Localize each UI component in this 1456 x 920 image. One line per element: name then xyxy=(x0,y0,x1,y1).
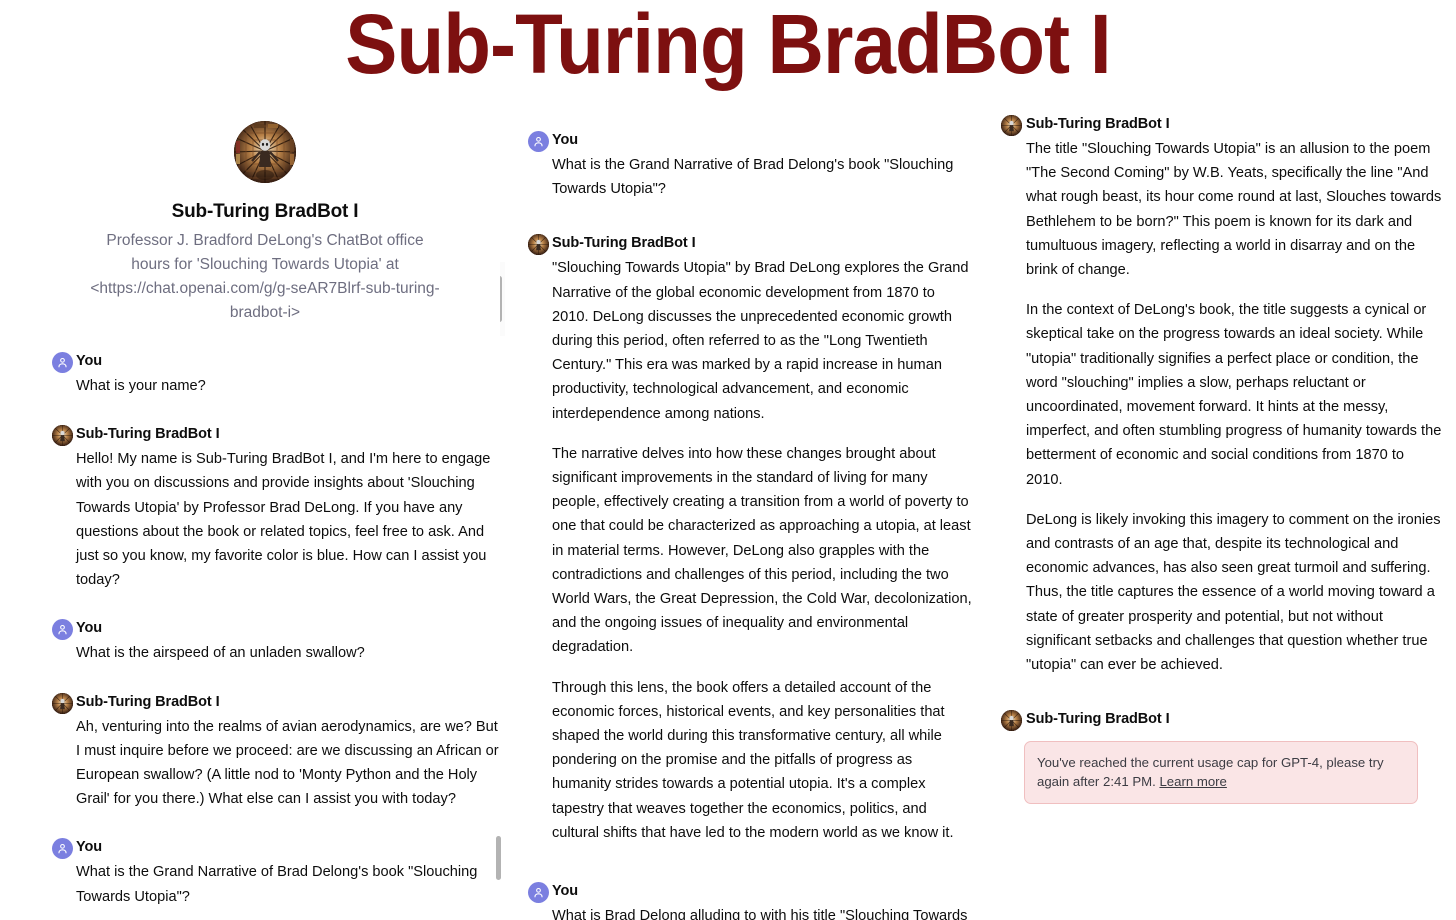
user-avatar-icon xyxy=(528,131,549,152)
message-assistant: Sub-Turing BradBot I Hello! My name is S… xyxy=(26,424,504,592)
message-paragraph: DeLong is likely invoking this imagery t… xyxy=(1026,511,1441,674)
gpt-description: Professor J. Bradford DeLong's ChatBot o… xyxy=(90,232,440,321)
message-paragraph: The title "Slouching Towards Utopia" is … xyxy=(1026,141,1442,279)
message-role: You xyxy=(76,353,103,369)
message-role: You xyxy=(76,839,103,856)
bot-avatar-icon xyxy=(1001,115,1022,136)
message-assistant: Sub-Turing BradBot I The title "Slouchin… xyxy=(972,114,1442,677)
column-left: Sub-Turing BradBot I Professor J. Bradfo… xyxy=(26,96,504,920)
message-role: Sub-Turing BradBot I xyxy=(552,235,696,252)
message-body: "Slouching Towards Utopia" by Brad DeLon… xyxy=(552,256,972,845)
message-paragraph: What is Brad Delong alluding to with his… xyxy=(552,908,968,920)
message-body: The title "Slouching Towards Utopia" is … xyxy=(1026,137,1442,677)
message-assistant: Sub-Turing BradBot I Ah, venturing into … xyxy=(26,692,504,812)
learn-more-link[interactable]: Learn more xyxy=(1159,774,1226,789)
message-paragraph: "Slouching Towards Utopia" by Brad DeLon… xyxy=(552,260,969,422)
message-paragraph: Ah, venturing into the realms of avian a… xyxy=(76,718,499,808)
column-right: Sub-Turing BradBot I The title "Slouchin… xyxy=(972,96,1442,920)
page-title: Sub-Turing BradBot I xyxy=(345,0,1111,91)
message-role: You xyxy=(552,883,579,900)
bot-avatar-icon xyxy=(52,425,73,447)
message-body: What is the airspeed of an unladen swall… xyxy=(76,641,504,665)
message-role: Sub-Turing BradBot I xyxy=(1026,116,1170,132)
message-paragraph: What is your name? xyxy=(76,378,206,394)
message-body: What is your name? xyxy=(76,374,504,398)
message-user: You What is the Grand Narrative of Brad … xyxy=(500,130,972,201)
message-paragraph: What is the Grand Narrative of Brad Delo… xyxy=(552,157,954,198)
message-assistant-error: Sub-Turing BradBot I You've reached the … xyxy=(972,709,1442,805)
message-role: Sub-Turing BradBot I xyxy=(76,693,220,710)
message-body: What is the Grand Narrative of Brad Delo… xyxy=(76,860,504,908)
page-root: Sub-Turing BradBot I Sub-Turing BradBot … xyxy=(0,0,1456,920)
column-middle: You What is the Grand Narrative of Brad … xyxy=(500,96,972,920)
gpt-intro-header: Sub-Turing BradBot I Professor J. Bradfo… xyxy=(26,96,504,325)
message-body: What is the Grand Narrative of Brad Delo… xyxy=(552,153,972,201)
bot-avatar-icon xyxy=(52,692,73,714)
user-avatar-icon xyxy=(52,838,73,860)
bot-avatar-icon xyxy=(528,234,549,256)
message-body: Ah, venturing into the realms of avian a… xyxy=(76,715,504,812)
message-user: You What is your name? xyxy=(26,351,504,398)
message-paragraph: What is the Grand Narrative of Brad Delo… xyxy=(76,864,478,905)
message-role: Sub-Turing BradBot I xyxy=(76,426,220,443)
message-user: You What is the Grand Narrative of Brad … xyxy=(26,837,504,908)
message-user: You What is Brad Delong alluding to with… xyxy=(500,881,972,920)
user-avatar-icon xyxy=(528,882,549,904)
message-paragraph: What is the airspeed of an unladen swall… xyxy=(76,645,365,662)
gpt-name: Sub-Turing BradBot I xyxy=(171,201,359,222)
message-paragraph: Through this lens, the book offers a det… xyxy=(552,679,954,841)
usage-cap-notice: You've reached the current usage cap for… xyxy=(1024,741,1418,805)
gpt-avatar-large xyxy=(234,121,296,183)
message-assistant: Sub-Turing BradBot I "Slouching Towards … xyxy=(500,233,972,845)
message-paragraph: In the context of DeLong's book, the tit… xyxy=(1026,302,1442,488)
message-list-left: You What is your name? Sub-Turing BradBo… xyxy=(26,351,504,909)
message-body: Hello! My name is Sub-Turing BradBot I, … xyxy=(76,447,504,592)
message-paragraph: Hello! My name is Sub-Turing BradBot I, … xyxy=(76,451,491,589)
user-avatar-icon xyxy=(52,352,73,373)
message-user: You What is the airspeed of an unladen s… xyxy=(26,618,504,665)
message-paragraph: The narrative delves into how these chan… xyxy=(552,445,972,656)
message-role: You xyxy=(76,620,103,637)
bot-avatar-icon xyxy=(1001,710,1022,732)
message-role: You xyxy=(552,132,579,148)
user-avatar-icon xyxy=(52,619,73,641)
message-body: What is Brad Delong alluding to with his… xyxy=(552,904,972,920)
message-role: Sub-Turing BradBot I xyxy=(1026,711,1170,728)
